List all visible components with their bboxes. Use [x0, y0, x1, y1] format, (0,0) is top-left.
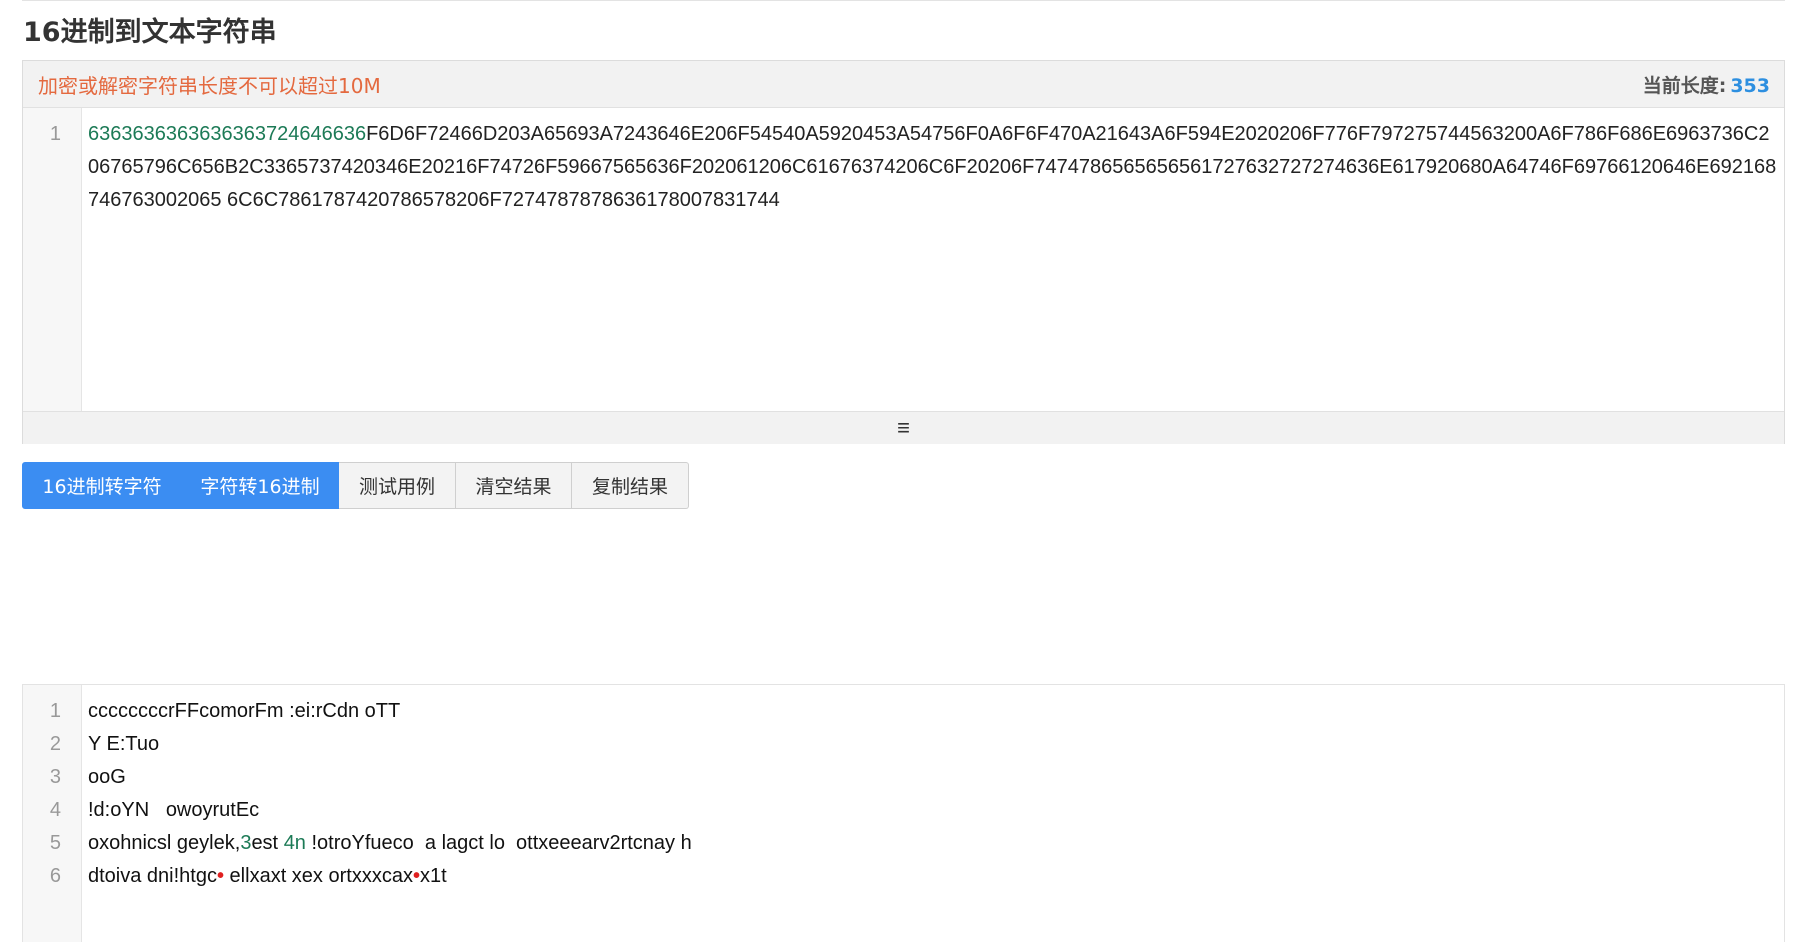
output-text-segment: !otroYfueco a lagct lo ottxeeearv2rtcnay… — [305, 832, 692, 854]
output-line-number: 4 — [49, 799, 61, 821]
page: 16进制到文本字符串 加密或解密字符串长度不可以超过10M 当前长度: 353 1… — [0, 0, 1805, 942]
output-line: ooG — [88, 761, 1778, 794]
resize-handle[interactable]: ≡ — [23, 411, 1784, 444]
output-text-segment: est — [251, 832, 284, 854]
output-line: dtoiva dni!htgc• ellxaxt xex ortxxxcax•x… — [88, 860, 1778, 893]
copy-result-button[interactable]: 复制结果 — [572, 462, 689, 509]
output-text-segment: ellxaxt xex ortxxxcax — [224, 865, 413, 887]
current-length: 当前长度: 353 — [1643, 71, 1770, 98]
input-editor-panel: 加密或解密字符串长度不可以超过10M 当前长度: 353 1 6363636363… — [22, 60, 1785, 444]
page-title: 16进制到文本字符串 — [23, 17, 277, 48]
output-text-segment: !d:oYN owoyrutEc — [88, 799, 260, 821]
output-text-segment: ccccccccrFFcomorFm :ei:rCdn oTT — [88, 700, 401, 722]
menu-lines-icon: ≡ — [897, 415, 910, 440]
output-line-gutter: 1 2 3 4 5 6 — [23, 685, 82, 942]
current-length-label: 当前长度: — [1642, 74, 1727, 97]
input-code-area[interactable]: 1 6363636363636363724646636F6D6F72466D20… — [23, 108, 1784, 411]
output-line-number: 1 — [49, 700, 61, 722]
length-limit-warning: 加密或解密字符串长度不可以超过10M — [38, 73, 381, 98]
output-result-text[interactable]: ccccccccrFFcomorFm :ei:rCdn oTT Y E:Tuo oo… — [82, 685, 1784, 942]
output-line-number: 2 — [49, 733, 61, 755]
output-line: ccccccccrFFcomorFm :ei:rCdn oTT — [88, 695, 1778, 728]
output-line: Y E:Tuo — [88, 728, 1778, 761]
action-button-group: 16进制转字符 字符转16进制 测试用例 清空结果 复制结果 — [22, 462, 689, 509]
input-text-highlight: 6363636363636363724646636 — [88, 123, 367, 145]
output-line-number: 5 — [49, 832, 61, 854]
output-text-segment: oxohnicsl geylek, — [88, 832, 241, 854]
hex-to-string-button[interactable]: 16进制转字符 — [22, 462, 182, 509]
output-text-segment: Y E:Tuo — [88, 733, 160, 755]
output-text-segment: ooG — [88, 766, 126, 788]
input-hex-text[interactable]: 6363636363636363724646636F6D6F72466D203A… — [82, 108, 1784, 411]
output-line: oxohnicsl geylek,3est 4n !otroYfueco a l… — [88, 827, 1778, 860]
output-text-segment: dtoiva dni!htgc — [88, 865, 217, 887]
string-to-hex-button[interactable]: 字符转16进制 — [182, 462, 339, 509]
output-line-number: 6 — [49, 865, 61, 887]
output-line-number: 3 — [49, 766, 61, 788]
test-case-button[interactable]: 测试用例 — [339, 462, 456, 509]
control-char-marker: • — [412, 865, 420, 887]
current-length-value: 353 — [1730, 74, 1770, 97]
input-line-number: 1 — [49, 123, 61, 145]
output-line: !d:oYN owoyrutEc — [88, 794, 1778, 827]
clear-result-button[interactable]: 清空结果 — [456, 462, 572, 509]
output-text-segment: x1t — [419, 865, 447, 887]
output-text-segment: 3 — [240, 832, 252, 854]
input-line-gutter: 1 — [23, 108, 82, 411]
input-panel-header: 加密或解密字符串长度不可以超过10M 当前长度: 353 — [23, 61, 1784, 108]
control-char-marker: • — [216, 865, 224, 887]
output-editor-panel[interactable]: 1 2 3 4 5 6 ccccccccrFFcomorFm :ei:rCdn oTT Y … — [22, 684, 1785, 942]
output-text-segment: 4n — [283, 832, 306, 854]
top-divider — [22, 0, 1785, 1]
